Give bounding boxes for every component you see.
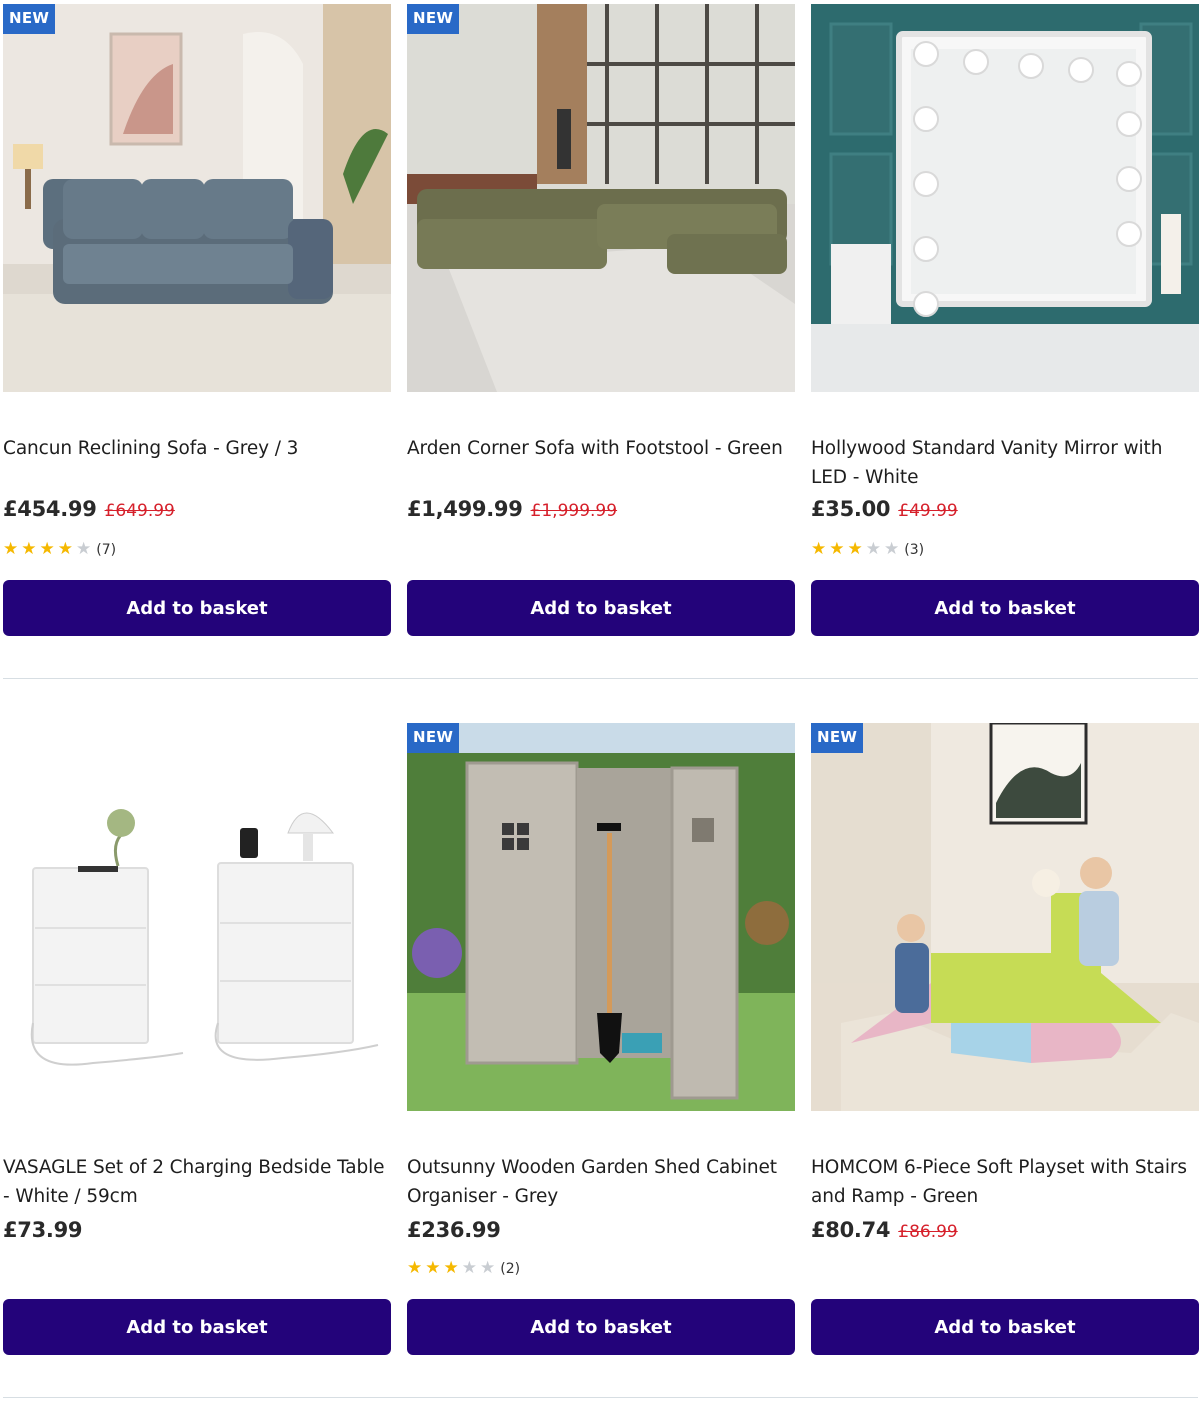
- product-card: NEW HOMCOM 6-Piece Soft Playset with Sta…: [811, 723, 1199, 1355]
- rating-count: (2): [500, 1260, 521, 1277]
- add-to-basket-button[interactable]: Add to basket: [407, 580, 795, 636]
- was-price: £1,999.99: [530, 501, 618, 521]
- product-row-2: VASAGLE Set of 2 Charging Bedside Table …: [0, 679, 1200, 1399]
- product-title[interactable]: Arden Corner Sofa with Footstool - Green: [407, 434, 793, 463]
- star-rating: ★ ★ ★ ★ ★ (3): [811, 541, 924, 558]
- garden-shed-illustration: [407, 723, 795, 1111]
- current-price: £73.99: [3, 1218, 83, 1242]
- star-full-icon: ★: [443, 1258, 459, 1278]
- product-card: NEW Outsunny Wooden Garden Shed Cabinet …: [407, 723, 795, 1355]
- soft-playset-illustration: [811, 723, 1199, 1111]
- price-row: £35.00 £49.99: [811, 497, 958, 521]
- product-title[interactable]: Hollywood Standard Vanity Mirror with LE…: [811, 434, 1197, 492]
- price-row: £236.99: [407, 1218, 501, 1242]
- row-divider: [3, 1397, 1198, 1398]
- price-row: £454.99 £649.99: [3, 497, 175, 521]
- star-empty-icon: ★: [865, 539, 881, 559]
- rating-count: (7): [96, 541, 117, 558]
- add-to-basket-button[interactable]: Add to basket: [407, 1299, 795, 1355]
- product-card: VASAGLE Set of 2 Charging Bedside Table …: [3, 723, 391, 1355]
- star-empty-icon: ★: [76, 539, 92, 559]
- add-to-basket-button[interactable]: Add to basket: [3, 1299, 391, 1355]
- product-title[interactable]: Cancun Reclining Sofa - Grey / 3: [3, 434, 389, 463]
- add-to-basket-button[interactable]: Add to basket: [811, 580, 1199, 636]
- new-badge: NEW: [3, 4, 56, 34]
- bedside-tables-illustration: [3, 723, 391, 1111]
- current-price: £454.99: [3, 497, 97, 521]
- product-image-bedside-tables[interactable]: [3, 723, 391, 1111]
- product-title[interactable]: VASAGLE Set of 2 Charging Bedside Table …: [3, 1153, 389, 1211]
- was-price: £649.99: [104, 501, 175, 521]
- green-corner-sofa-illustration: [407, 4, 795, 392]
- was-price: £49.99: [898, 501, 958, 521]
- star-full-icon: ★: [425, 1258, 441, 1278]
- was-price: £86.99: [898, 1222, 958, 1242]
- current-price: £80.74: [811, 1218, 891, 1242]
- add-to-basket-button[interactable]: Add to basket: [3, 580, 391, 636]
- rating-count: (3): [904, 541, 925, 558]
- star-full-icon: ★: [829, 539, 845, 559]
- star-full-icon: ★: [811, 539, 827, 559]
- current-price: £236.99: [407, 1218, 501, 1242]
- new-badge: NEW: [811, 723, 864, 753]
- product-image-garden-shed[interactable]: NEW: [407, 723, 795, 1111]
- product-card: Hollywood Standard Vanity Mirror with LE…: [811, 4, 1199, 636]
- product-title[interactable]: Outsunny Wooden Garden Shed Cabinet Orga…: [407, 1153, 793, 1211]
- vanity-mirror-illustration: [811, 4, 1199, 392]
- current-price: £1,499.99: [407, 497, 523, 521]
- product-image-sofa[interactable]: NEW: [3, 4, 391, 392]
- new-badge: NEW: [407, 723, 460, 753]
- product-title[interactable]: HOMCOM 6-Piece Soft Playset with Stairs …: [811, 1153, 1197, 1211]
- star-rating: ★ ★ ★ ★ ★ (7): [3, 541, 116, 558]
- add-to-basket-button[interactable]: Add to basket: [811, 1299, 1199, 1355]
- new-badge: NEW: [407, 4, 460, 34]
- price-row: £80.74 £86.99: [811, 1218, 958, 1242]
- price-row: £73.99: [3, 1218, 83, 1242]
- product-row-1: NEW Cancun Reclining Sofa - Grey / 3 £45…: [0, 0, 1200, 679]
- star-rating: ★ ★ ★ ★ ★ (2): [407, 1260, 520, 1277]
- product-image-playset[interactable]: NEW: [811, 723, 1199, 1111]
- product-card: NEW Arden Corner Sofa with Footstool - G…: [407, 4, 795, 636]
- star-full-icon: ★: [39, 539, 55, 559]
- star-full-icon: ★: [407, 1258, 423, 1278]
- star-empty-icon: ★: [884, 539, 900, 559]
- star-full-icon: ★: [3, 539, 19, 559]
- product-image-corner-sofa[interactable]: NEW: [407, 4, 795, 392]
- star-full-icon: ★: [57, 539, 73, 559]
- star-empty-icon: ★: [480, 1258, 496, 1278]
- star-full-icon: ★: [847, 539, 863, 559]
- current-price: £35.00: [811, 497, 891, 521]
- star-empty-icon: ★: [461, 1258, 477, 1278]
- star-full-icon: ★: [21, 539, 37, 559]
- product-card: NEW Cancun Reclining Sofa - Grey / 3 £45…: [3, 4, 391, 636]
- price-row: £1,499.99 £1,999.99: [407, 497, 617, 521]
- grey-sofa-illustration: [3, 4, 391, 392]
- product-image-vanity-mirror[interactable]: [811, 4, 1199, 392]
